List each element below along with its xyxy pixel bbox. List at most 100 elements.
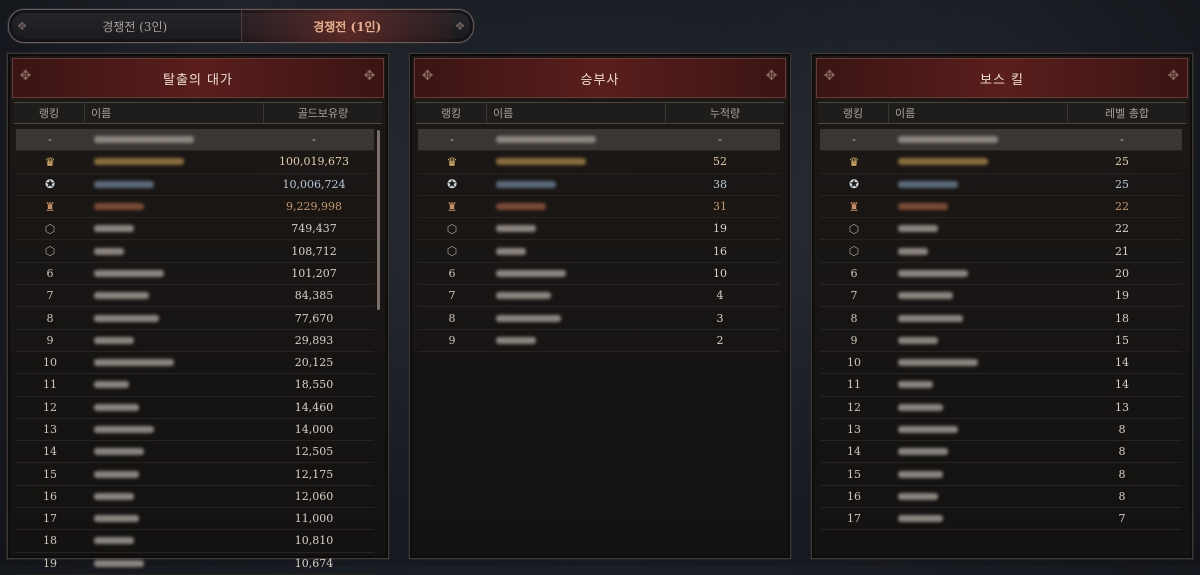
rank-cell: 10 (43, 356, 57, 370)
blurred-name (898, 381, 933, 389)
name-cell-blurred (84, 267, 254, 280)
my-rank-row[interactable]: -- (418, 129, 780, 152)
name-cell-blurred (888, 401, 1062, 414)
rank-cell: ⬡ (418, 222, 486, 236)
value-cell: 14,000 (294, 423, 334, 436)
blurred-name (94, 381, 129, 389)
table-row[interactable]: 9 15 (820, 330, 1182, 352)
table-row[interactable]: 83 (418, 307, 780, 330)
value-cell: 21 (1115, 244, 1129, 258)
name-cell-blurred (888, 334, 1062, 347)
name-cell-blurred (84, 133, 254, 146)
table-row[interactable]: 9 29,893 (16, 330, 374, 352)
tab-label: 경쟁전 (1인) (313, 19, 382, 34)
name-cell-blurred (486, 155, 660, 168)
table-row[interactable]: 15 12,175 (16, 463, 374, 486)
ornament-icon: ✥ (421, 68, 435, 84)
table-row[interactable]: ⬡ 108,712 (16, 240, 374, 263)
rank-cell: 8 (46, 311, 54, 325)
table-row[interactable]: ♜ 22 (820, 196, 1182, 219)
my-rank-row[interactable]: -- (820, 129, 1182, 152)
table-row[interactable]: 6 101,207 (16, 263, 374, 286)
table-row[interactable]: ♛ 52 (418, 151, 780, 174)
table-row[interactable]: 16 12,060 (16, 486, 374, 509)
table-row[interactable]: 11 18,550 (16, 374, 374, 397)
value-cell: 8 (1118, 423, 1126, 436)
table-row[interactable]: 12 14,460 (16, 397, 374, 419)
rank-cell: 8 (850, 311, 858, 325)
table-row[interactable]: 14 8 (820, 441, 1182, 464)
blurred-name (496, 203, 546, 211)
table-row[interactable]: 13 14,000 (16, 419, 374, 442)
table-row[interactable]: ♜ 9,229,998 (16, 196, 374, 219)
table-row[interactable]: 11 14 (820, 374, 1182, 397)
name-cell-blurred (486, 245, 660, 258)
table-row[interactable]: ✪ 38 (418, 174, 780, 196)
value-cell: 25 (1115, 177, 1129, 191)
value-cell: 8 (1118, 445, 1126, 459)
table-row[interactable]: 7 84,385 (16, 285, 374, 308)
table-row[interactable]: 6 20 (820, 263, 1182, 286)
name-cell-blurred (888, 423, 1062, 436)
name-cell-blurred (84, 245, 254, 258)
panel-header: ✥ 승부사 ✥ (414, 58, 786, 98)
table-row[interactable]: 15 8 (820, 463, 1182, 486)
rank-cell: 14 (847, 445, 861, 459)
rank-cell: ⬡ (820, 222, 888, 236)
table-row[interactable]: 74 (418, 285, 780, 308)
name-cell-blurred (84, 445, 254, 458)
value-cell: 10,006,724 (282, 177, 346, 191)
table-row[interactable]: ⬡ 21 (820, 240, 1182, 263)
rank-cell: 11 (43, 378, 57, 392)
table-row[interactable]: 14 12,505 (16, 441, 374, 464)
table-row[interactable]: ✪ 25 (820, 174, 1182, 196)
tab-competitive-3p[interactable]: 경쟁전 (3인) (29, 10, 242, 42)
table-row[interactable]: ⬡ 16 (418, 240, 780, 263)
col-rank: 랭킹 (842, 107, 864, 120)
table-row[interactable]: 19 10,674 (16, 553, 374, 575)
table-row[interactable]: 8 18 (820, 307, 1182, 330)
table-row[interactable]: 7 19 (820, 285, 1182, 308)
blurred-name (94, 470, 139, 478)
blurred-name (94, 292, 149, 300)
table-row[interactable]: ✪ 10,006,724 (16, 174, 374, 196)
panel-title: 승부사 (580, 72, 620, 88)
table-row[interactable]: 16 8 (820, 486, 1182, 509)
value-cell: 8 (1118, 467, 1126, 481)
table-row[interactable]: 10 20,125 (16, 352, 374, 375)
crown-medal-icon: ♛ (446, 154, 458, 169)
blurred-name (496, 225, 536, 233)
blurred-name (496, 247, 526, 255)
table-row[interactable]: 17 7 (820, 508, 1182, 531)
my-rank-row[interactable]: -- (16, 129, 374, 152)
rank-cell: 6 (448, 266, 456, 280)
badge-medal-icon: ⬡ (44, 221, 56, 236)
table-row[interactable]: 17 11,000 (16, 508, 374, 531)
table-row[interactable]: ⬡ 19 (418, 218, 780, 241)
panel-title: 보스 킬 (979, 72, 1024, 88)
table-row[interactable]: ⬡ 22 (820, 218, 1182, 241)
rank-cell: 17 (43, 512, 57, 526)
table-row[interactable]: 18 10,810 (16, 530, 374, 553)
table-row[interactable]: ⬡ 749,437 (16, 218, 374, 241)
table-row[interactable]: ♜ 31 (418, 196, 780, 219)
name-cell-blurred (486, 312, 660, 325)
value-cell: 9,229,998 (286, 200, 342, 214)
table-row[interactable]: 10 14 (820, 352, 1182, 375)
table-row[interactable]: 8 77,670 (16, 307, 374, 330)
table-row[interactable]: 12 13 (820, 397, 1182, 419)
table-row[interactable]: 13 8 (820, 419, 1182, 442)
tab-competitive-1p[interactable]: 경쟁전 (1인) (241, 10, 453, 42)
name-cell-blurred (84, 423, 254, 436)
value-cell: 19 (713, 222, 727, 236)
name-cell-blurred (888, 222, 1062, 235)
table-row[interactable]: ♛ 100,019,673 (16, 151, 374, 174)
table-row[interactable]: ♛ 25 (820, 151, 1182, 174)
table-row[interactable]: 6 10 (418, 263, 780, 286)
scrollbar[interactable] (377, 130, 380, 310)
value-cell: 12,175 (294, 467, 334, 481)
table-row[interactable]: 92 (418, 330, 780, 352)
value-cell: 4 (716, 289, 724, 303)
blurred-name (94, 247, 124, 255)
blurred-name (94, 492, 134, 500)
